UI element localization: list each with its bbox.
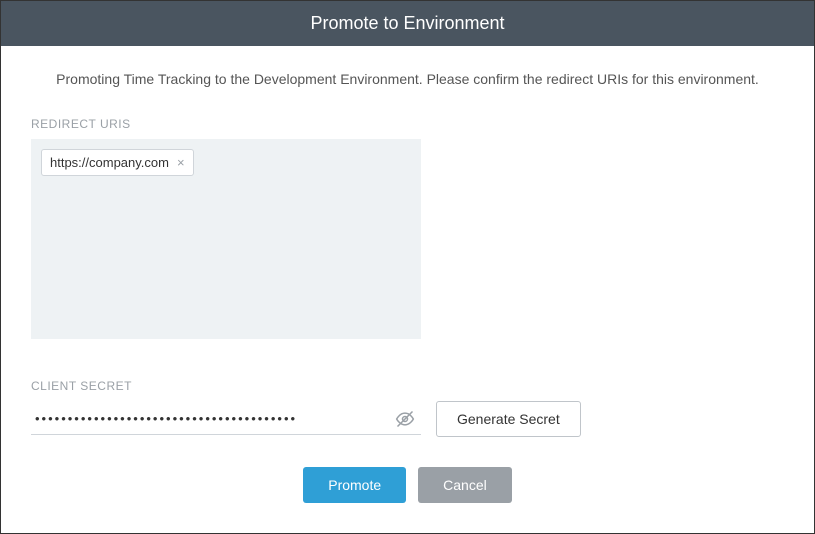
modal-title: Promote to Environment — [310, 13, 504, 33]
generate-secret-button[interactable]: Generate Secret — [436, 401, 581, 437]
modal-header: Promote to Environment — [1, 1, 814, 46]
client-secret-label: CLIENT SECRET — [31, 379, 784, 393]
uri-chip: https://company.com × — [41, 149, 194, 176]
remove-chip-icon[interactable]: × — [177, 155, 185, 170]
modal-footer: Promote Cancel — [31, 467, 784, 503]
client-secret-input[interactable] — [31, 403, 421, 435]
promote-environment-modal: Promote to Environment Promoting Time Tr… — [0, 0, 815, 534]
client-secret-row: Generate Secret — [31, 401, 784, 437]
modal-description: Promoting Time Tracking to the Developme… — [31, 71, 784, 87]
cancel-button[interactable]: Cancel — [418, 467, 512, 503]
eye-slash-icon[interactable] — [395, 409, 415, 429]
uri-chip-value: https://company.com — [50, 155, 169, 170]
redirect-uris-box[interactable]: https://company.com × — [31, 139, 421, 339]
redirect-uris-label: REDIRECT URIS — [31, 117, 784, 131]
modal-content: Promoting Time Tracking to the Developme… — [1, 46, 814, 533]
client-secret-field-wrap — [31, 403, 421, 435]
promote-button[interactable]: Promote — [303, 467, 406, 503]
